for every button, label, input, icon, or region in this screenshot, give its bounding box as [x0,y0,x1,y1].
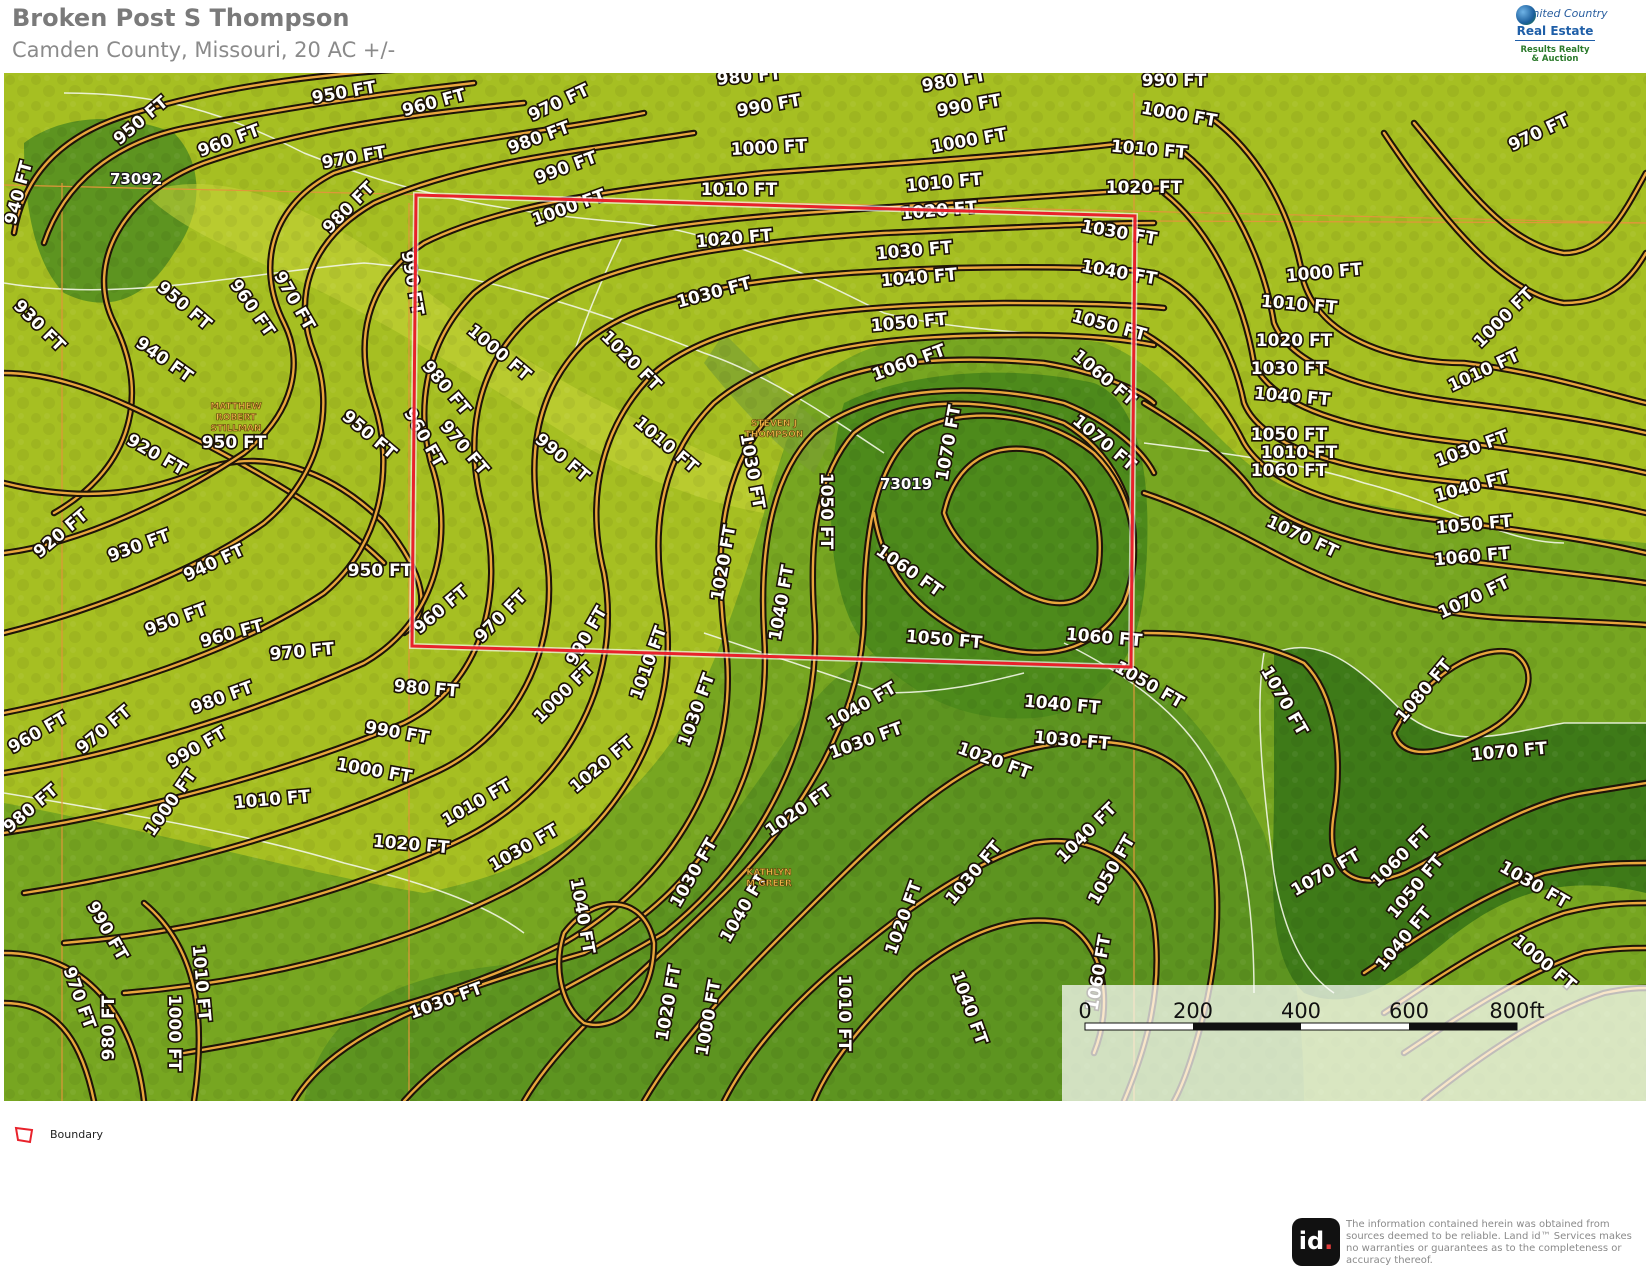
scale-label: 600 [1389,999,1429,1023]
contour-label: 1010 FT [701,180,778,200]
owner-line: M GREER [746,879,792,889]
contour-label: 990 FT [1142,73,1207,91]
contour-label: 1060 FT [1251,461,1328,481]
owner-line: STEVEN J [751,419,797,429]
owner-kathlyn: KATHLYN M GREER [746,868,792,890]
owner-line: THOMPSON [745,430,804,440]
owner-steven: STEVEN J THOMPSON [744,419,804,441]
logo-line-4: & Auction [1531,54,1579,64]
contour-label: 1000 FT [730,136,808,160]
map-canvas[interactable]: 950 FT 960 FT 970 FT980 FT990 FT980 FT990 … [4,73,1646,1101]
brand-logo: United Country Real Estate Results Realt… [1500,2,1610,74]
parcel-id-73019: 73019 [880,475,932,493]
owner-line: ROBERT [216,413,257,423]
parcel-id-73092: 73092 [110,170,162,188]
boundary-swatch-icon [14,1126,34,1144]
owner-line: STILLMAN [211,424,262,434]
contour-label: 1030 FT [1251,359,1328,379]
contour-label: 950 FT [202,433,267,453]
logo-line-2: Real Estate [1516,24,1594,38]
globe-icon [1516,5,1536,25]
scale-label: 200 [1173,999,1213,1023]
contour-label: 1050 FT [1251,425,1328,445]
owner-line: KATHLYN [746,868,791,878]
contour-label: 1050 FT [816,473,836,550]
contour-label: 1020 FT [1256,331,1333,351]
scale-label: 400 [1281,999,1321,1023]
scale-bar: 0 200 400 600 800ft [1062,985,1646,1101]
contour-label: 950 FT [348,561,413,581]
owner-line: MATTHEW [210,402,261,412]
page-title: Broken Post S Thompson [12,4,350,32]
scale-label: 800ft [1489,999,1544,1023]
page-subtitle: Camden County, Missouri, 20 AC +/- [12,38,396,62]
brand-text: id [1298,1227,1325,1255]
contour-label: 1010 FT [834,975,854,1052]
topo-map[interactable]: 950 FT 960 FT 970 FT 980 FT 990 FT 980 FT 990 … [4,73,1646,1101]
contour-label: 1000 FT [164,995,184,1072]
landid-logo: id. [1292,1218,1340,1266]
contour-label: 1010 FT [1261,443,1338,463]
scale-label: 0 [1078,999,1091,1023]
disclaimer-text: The information contained herein was obt… [1346,1219,1632,1266]
contour-label: 980 FT [99,995,119,1060]
legend-boundary-label: Boundary [50,1128,103,1141]
contour-label: 1020 FT [1106,178,1183,198]
owner-matthew: MATTHEW ROBERT STILLMAN [210,402,262,435]
